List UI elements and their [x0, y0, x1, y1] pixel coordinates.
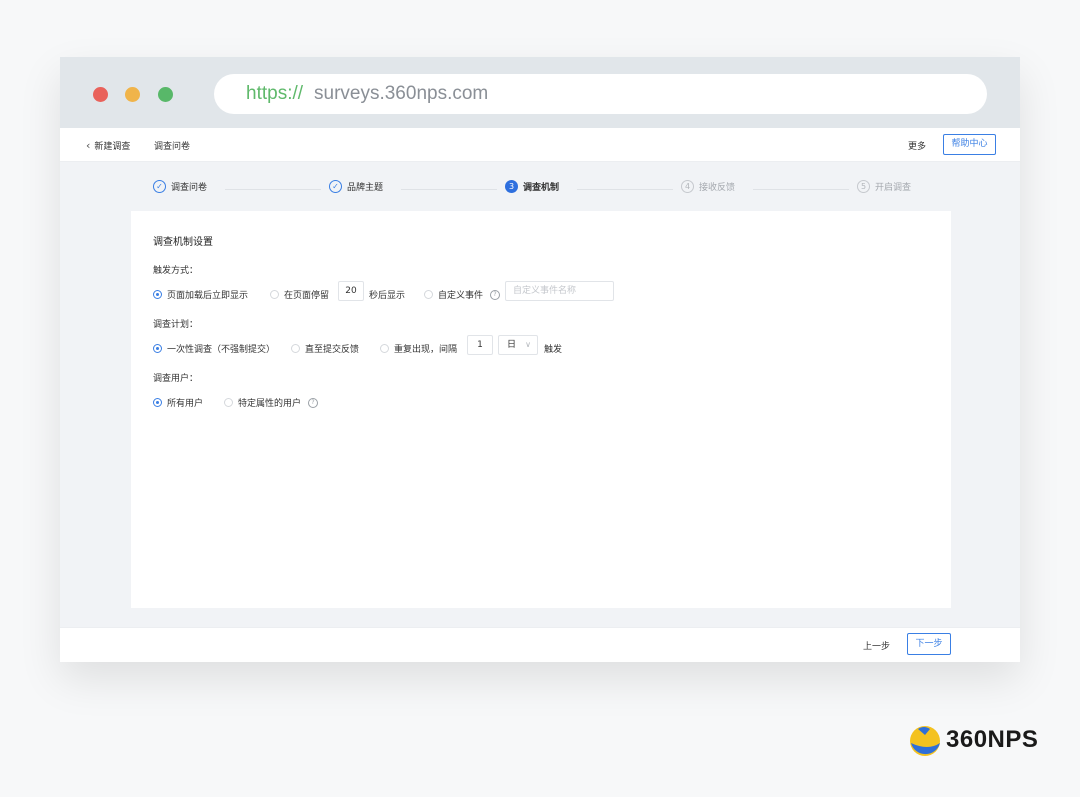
help-question-icon[interactable]: ?	[490, 289, 501, 300]
step-label: 调查机制	[523, 183, 560, 193]
browser-window: https:// surveys.360nps.com ‹ 新建调查 调查问卷 …	[60, 57, 1020, 662]
radio-label: 直至提交反馈	[305, 345, 360, 355]
step-number: 5	[857, 180, 870, 193]
radio-label: 特定属性的用户	[238, 399, 302, 409]
help-question-icon[interactable]: ?	[308, 397, 319, 408]
radio-unchecked-icon	[380, 344, 389, 353]
back-link-label: 新建调查	[94, 142, 131, 152]
step-connector	[401, 189, 497, 190]
step-brand-theme[interactable]: ✓ 品牌主题	[329, 180, 383, 193]
radio-label: 所有用户	[167, 399, 204, 409]
step-connector	[225, 189, 321, 190]
radio-label: 在页面停留	[284, 291, 330, 301]
trigger-on-load-radio[interactable]: 页面加载后立即显示	[153, 288, 248, 301]
stay-seconds-input[interactable]: 20	[338, 281, 364, 301]
footer-bar: 上一步 下一步	[60, 627, 1020, 662]
radio-unchecked-icon	[224, 398, 233, 407]
help-center-button[interactable]: 帮助中心	[943, 134, 996, 155]
step-number: 3	[505, 180, 518, 193]
users-all-radio[interactable]: 所有用户	[153, 396, 203, 409]
users-specific-radio[interactable]: 特定属性的用户 ?	[224, 396, 319, 409]
step-label: 开启调查	[875, 183, 912, 193]
repeat-interval-input[interactable]: 1	[467, 335, 493, 355]
check-icon: ✓	[329, 180, 342, 193]
step-number: 4	[681, 180, 694, 193]
radio-checked-icon	[153, 290, 162, 299]
radio-checked-icon	[153, 398, 162, 407]
more-menu[interactable]: 更多	[908, 139, 926, 152]
stay-seconds-suffix: 秒后显示	[369, 291, 406, 301]
settings-panel: 调查机制设置 触发方式： 页面加载后立即显示 在页面停留 20 秒后显示 自定义…	[131, 211, 951, 608]
step-connector	[577, 189, 673, 190]
radio-label: 自定义事件	[438, 291, 484, 301]
app-header: ‹ 新建调查 调查问卷 更多 帮助中心	[60, 128, 1020, 162]
step-label: 接收反馈	[699, 183, 736, 193]
plan-once-radio[interactable]: 一次性调查（不强制提交）	[153, 342, 275, 355]
repeat-unit-select[interactable]: 日 ∨	[498, 335, 538, 355]
radio-unchecked-icon	[424, 290, 433, 299]
custom-event-name-input[interactable]: 自定义事件名称	[505, 281, 614, 301]
radio-checked-icon	[153, 344, 162, 353]
close-window-dot[interactable]	[93, 87, 108, 102]
brand-mark: 360NPS	[908, 723, 1038, 757]
radio-unchecked-icon	[270, 290, 279, 299]
next-step-button[interactable]: 下一步	[907, 633, 951, 655]
radio-unchecked-icon	[291, 344, 300, 353]
step-connector	[753, 189, 849, 190]
step-survey[interactable]: ✓ 调查问卷	[153, 180, 207, 193]
step-progress: ✓ 调查问卷 ✓ 品牌主题 3 调查机制 4 接收反馈 5 开启调查	[60, 161, 1020, 211]
step-launch[interactable]: 5 开启调查	[857, 180, 911, 193]
plan-label: 调查计划：	[153, 320, 199, 330]
repeat-suffix: 触发	[544, 345, 563, 355]
page-title: 调查问卷	[154, 142, 191, 152]
back-link[interactable]: ‹ 新建调查	[86, 139, 130, 152]
step-receive-feedback[interactable]: 4 接收反馈	[681, 180, 735, 193]
plan-until-submit-radio[interactable]: 直至提交反馈	[291, 342, 359, 355]
address-bar[interactable]: https:// surveys.360nps.com	[214, 74, 987, 114]
trigger-custom-event-radio[interactable]: 自定义事件 ?	[424, 288, 501, 301]
plan-repeat-radio[interactable]: 重复出现，间隔	[380, 342, 457, 355]
chevron-left-icon: ‹	[86, 139, 91, 152]
step-label: 调查问卷	[171, 183, 208, 193]
step-label: 品牌主题	[347, 183, 384, 193]
radio-label: 页面加载后立即显示	[167, 291, 249, 301]
brand-name: 360NPS	[946, 726, 1039, 753]
panel-title: 调查机制设置	[153, 237, 213, 248]
repeat-unit-value: 日	[507, 340, 517, 350]
url-scheme: https://	[246, 83, 304, 104]
maximize-window-dot[interactable]	[158, 87, 173, 102]
check-icon: ✓	[153, 180, 166, 193]
trigger-stay-radio[interactable]: 在页面停留	[270, 288, 329, 301]
prev-step-button[interactable]: 上一步	[863, 639, 890, 652]
step-mechanism[interactable]: 3 调查机制	[505, 180, 559, 193]
minimize-window-dot[interactable]	[125, 87, 140, 102]
url-host: surveys.360nps.com	[314, 83, 489, 104]
360nps-logo-icon	[910, 726, 940, 756]
radio-label: 一次性调查（不强制提交）	[167, 345, 276, 355]
users-label: 调查用户：	[153, 374, 199, 384]
browser-chrome: https:// surveys.360nps.com	[60, 57, 1020, 128]
radio-label: 重复出现，间隔	[394, 345, 458, 355]
chevron-down-icon: ∨	[525, 340, 531, 349]
trigger-label: 触发方式：	[153, 266, 199, 276]
